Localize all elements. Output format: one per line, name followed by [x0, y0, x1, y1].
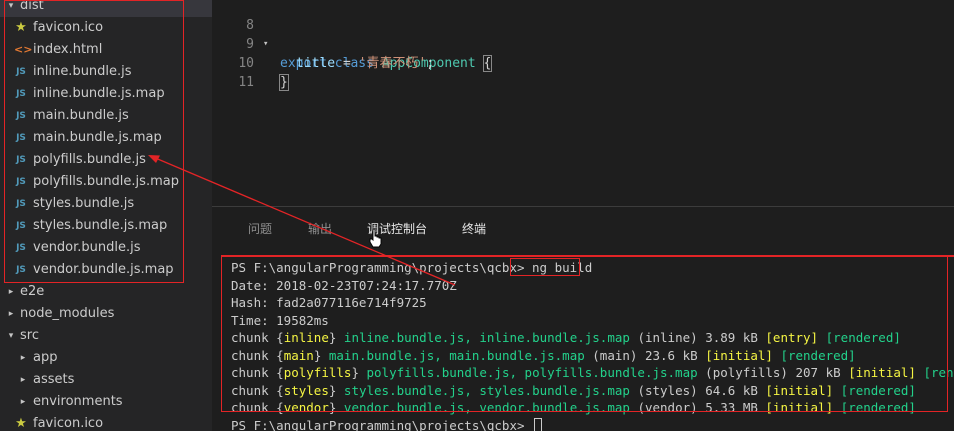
file-item[interactable]: <> index.html [0, 39, 212, 61]
code-line-8: 8 ▾ export class AppComponent { [212, 0, 954, 72]
terminal-chunk-line: chunk {vendor} vendor.bundle.js, vendor.… [231, 400, 916, 415]
chevron-right-icon: ▸ [8, 309, 14, 319]
folder-label: dist [20, 0, 44, 13]
js-file-icon: JS [16, 155, 26, 165]
file-label: polyfills.bundle.js.map [33, 174, 179, 189]
code-text: } [279, 74, 289, 91]
hand-cursor-icon [369, 228, 382, 248]
file-item[interactable]: JS polyfills.bundle.js.map [0, 171, 212, 193]
chevron-down-icon: ▾ [8, 1, 14, 11]
code-line-11: 11 [212, 54, 954, 90]
chevron-right-icon: ▸ [20, 397, 26, 407]
star-icon: ★ [15, 416, 27, 431]
file-label: favicon.ico [33, 20, 104, 35]
file-item[interactable]: JS styles.bundle.js [0, 193, 212, 215]
explorer-sidebar: ▾ dist ★ favicon.ico <> index.html JS inline.… [0, 0, 212, 431]
file-label: index.html [33, 42, 103, 57]
file-label: vendor.bundle.js [33, 240, 141, 255]
file-item[interactable]: JS inline.bundle.js.map [0, 83, 212, 105]
folder-label: e2e [20, 284, 45, 299]
terminal-chunk-line: chunk {main} main.bundle.js, main.bundle… [231, 347, 856, 363]
file-label: main.bundle.js [33, 108, 129, 123]
code-line-9: 9 title = '青春不朽'; [212, 16, 954, 71]
js-file-icon: JS [16, 89, 26, 99]
terminal-cursor [534, 417, 543, 431]
chevron-right-icon: ▸ [20, 375, 26, 385]
folder-label: src [20, 328, 39, 343]
file-label: styles.bundle.js.map [33, 218, 168, 233]
folder-assets[interactable]: ▸ assets [0, 369, 212, 391]
terminal-date: Date: 2018-02-23T07:24:17.770Z [231, 277, 457, 293]
tab-terminal[interactable]: 终端 [462, 219, 486, 239]
terminal-chunk-line: chunk {styles} styles.bundle.js, styles.… [231, 382, 916, 398]
chevron-right-icon: ▸ [8, 287, 14, 297]
terminal-command: ng build [532, 260, 593, 275]
bottom-panel: 问题 输出 调试控制台 终端 PS F:\angularProgramming\… [212, 206, 954, 431]
folder-label: node_modules [20, 306, 115, 321]
js-file-icon: JS [16, 221, 26, 231]
file-label: inline.bundle.js.map [33, 86, 165, 101]
html-file-icon: <> [14, 43, 33, 56]
folder-label: app [33, 350, 58, 365]
js-file-icon: JS [16, 67, 26, 77]
tab-problems[interactable]: 问题 [248, 219, 272, 239]
folder-e2e[interactable]: ▸ e2e [0, 281, 212, 303]
file-item[interactable]: JS inline.bundle.js [0, 61, 212, 83]
file-label: polyfills.bundle.js [33, 152, 146, 167]
js-file-icon: JS [16, 111, 26, 121]
terminal-command-line: PS F:\angularProgramming\projects\qcbx> … [231, 260, 593, 275]
file-item[interactable]: ★ favicon.ico [0, 17, 212, 39]
file-item[interactable]: JS polyfills.bundle.js [0, 149, 212, 171]
file-label: main.bundle.js.map [33, 130, 162, 145]
js-file-icon: JS [16, 265, 26, 275]
star-icon: ★ [15, 20, 27, 35]
code-line-10: 10 } [212, 35, 954, 91]
terminal-chunk-line: chunk {inline} inline.bundle.js, inline.… [231, 330, 901, 345]
file-label: vendor.bundle.js.map [33, 262, 174, 277]
file-src-favicon[interactable]: ★ favicon.ico [0, 413, 212, 431]
terminal-prompt-line: PS F:\angularProgramming\projects\qcbx> [231, 417, 543, 431]
folder-src[interactable]: ▾ src [0, 325, 212, 347]
folder-label: assets [33, 372, 75, 387]
file-label: styles.bundle.js [33, 196, 135, 211]
terminal-chunk-line: chunk {polyfills} polyfills.bundle.js, p… [231, 365, 954, 380]
terminal-hash: Hash: fad2a077116e714f9725 [231, 295, 427, 310]
line-number: 11 [238, 75, 254, 90]
file-label: inline.bundle.js [33, 64, 132, 79]
file-item[interactable]: JS main.bundle.js [0, 105, 212, 127]
folder-environments[interactable]: ▸ environments [0, 391, 212, 413]
file-label: favicon.ico [33, 416, 104, 431]
file-item[interactable]: JS vendor.bundle.js.map [0, 259, 212, 281]
folder-app[interactable]: ▸ app [0, 347, 212, 369]
code-editor[interactable]: 8 ▾ export class AppComponent { 9 title … [212, 0, 954, 206]
terminal-time: Time: 19582ms [231, 312, 329, 328]
js-file-icon: JS [16, 243, 26, 253]
js-file-icon: JS [16, 199, 26, 209]
file-item[interactable]: JS vendor.bundle.js [0, 237, 212, 259]
tab-output[interactable]: 输出 [308, 219, 332, 239]
file-item[interactable]: JS styles.bundle.js.map [0, 215, 212, 237]
folder-dist[interactable]: ▾ dist [0, 0, 212, 17]
chevron-down-icon: ▾ [8, 331, 14, 341]
folder-label: environments [33, 394, 123, 409]
file-item[interactable]: JS main.bundle.js.map [0, 127, 212, 149]
folder-node-modules[interactable]: ▸ node_modules [0, 303, 212, 325]
chevron-right-icon: ▸ [20, 353, 26, 363]
js-file-icon: JS [16, 177, 26, 187]
js-file-icon: JS [16, 133, 26, 143]
